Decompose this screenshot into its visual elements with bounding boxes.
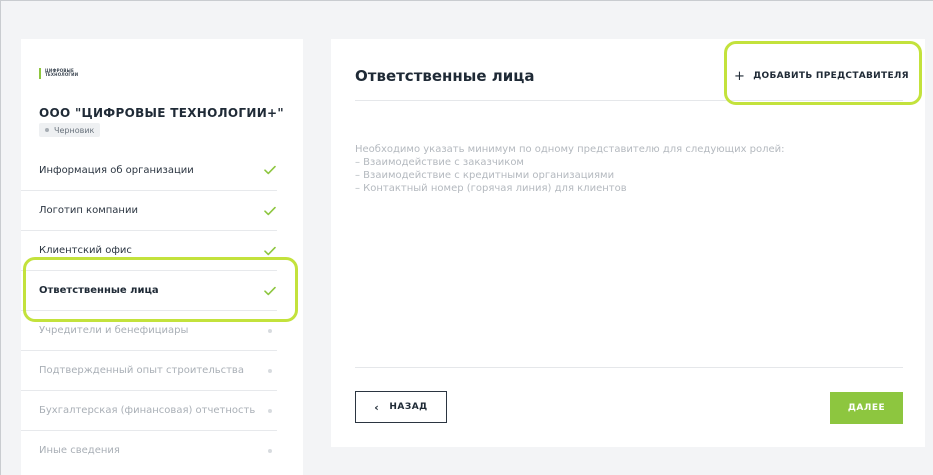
- step-nav: Информация об организации Логотип компани…: [21, 150, 303, 470]
- sidebar-item[interactable]: Подтвержденный опыт строительства: [21, 350, 277, 390]
- requirement-line: Необходимо указать минимум по одному пре…: [355, 144, 785, 155]
- sidebar: ЦИФРОВЫЕ ТЕХНОЛОГИИ ООО "ЦИФРОВЫЕ ТЕХНОЛ…: [21, 39, 303, 475]
- pending-dot-icon: [263, 444, 277, 458]
- organization-name: ООО "ЦИФРОВЫЕ ТЕХНОЛОГИИ+": [39, 106, 284, 120]
- sidebar-item[interactable]: Ответственные лица: [21, 270, 277, 310]
- add-representative-label: ДОБАВИТЬ ПРЕДСТАВИТЕЛЯ: [753, 71, 909, 81]
- sidebar-item-label: Информация об организации: [39, 164, 194, 176]
- title-divider: [355, 100, 903, 101]
- status-dot-icon: [45, 128, 49, 132]
- next-label: ДАЛЕЕ: [847, 403, 886, 413]
- main-panel: Ответственные лица + ДОБАВИТЬ ПРЕДСТАВИТ…: [331, 39, 925, 447]
- sidebar-item[interactable]: Логотип компании: [21, 190, 277, 230]
- sidebar-item-label: Логотип компании: [39, 205, 138, 216]
- plus-icon: +: [734, 68, 746, 84]
- check-icon: [263, 244, 277, 258]
- status-label: Черновик: [54, 125, 95, 135]
- sidebar-item-label: Подтвержденный опыт строительства: [39, 365, 244, 376]
- back-button[interactable]: ‹ НАЗАД: [355, 391, 447, 423]
- sidebar-item-label: Клиентский офис: [39, 245, 132, 256]
- requirement-line: – Взаимодействие с заказчиком: [355, 157, 524, 168]
- sidebar-item[interactable]: Информация об организации: [21, 150, 277, 190]
- logo-bar: [39, 67, 41, 79]
- company-logo: ЦИФРОВЫЕ ТЕХНОЛОГИИ: [39, 67, 78, 79]
- sidebar-item-label: Ответственные лица: [39, 285, 159, 296]
- back-label: НАЗАД: [389, 402, 428, 412]
- requirements-text: Необходимо указать минимум по одному пре…: [355, 143, 855, 195]
- pending-dot-icon: [263, 404, 277, 418]
- check-icon: [263, 284, 277, 298]
- sidebar-item[interactable]: Бухгалтерская (финансовая) отчетность: [21, 390, 277, 430]
- add-representative-button[interactable]: + ДОБАВИТЬ ПРЕДСТАВИТЕЛЯ: [734, 64, 909, 88]
- pending-dot-icon: [263, 324, 277, 338]
- sidebar-item-label: Бухгалтерская (финансовая) отчетность: [39, 405, 256, 416]
- page-title: Ответственные лица: [355, 67, 535, 85]
- sidebar-item[interactable]: Иные сведения: [21, 430, 277, 470]
- sidebar-item-label: Учредители и бенефициары: [39, 325, 189, 336]
- next-button[interactable]: ДАЛЕЕ: [830, 392, 903, 424]
- sidebar-item-label: Иные сведения: [39, 445, 120, 456]
- sidebar-item[interactable]: Клиентский офис: [21, 230, 277, 270]
- footer-divider: [355, 367, 903, 368]
- sidebar-item[interactable]: Учредители и бенефициары: [21, 310, 277, 350]
- check-icon: [263, 204, 277, 218]
- chevron-left-icon: ‹: [374, 400, 380, 414]
- status-badge: Черновик: [39, 123, 101, 137]
- logo-text: ЦИФРОВЫЕ ТЕХНОЛОГИИ: [45, 68, 79, 77]
- requirement-line: – Контактный номер (горячая линия) для к…: [355, 183, 627, 194]
- requirement-line: – Взаимодействие с кредитными организаци…: [355, 170, 615, 181]
- check-icon: [263, 163, 277, 177]
- pending-dot-icon: [263, 364, 277, 378]
